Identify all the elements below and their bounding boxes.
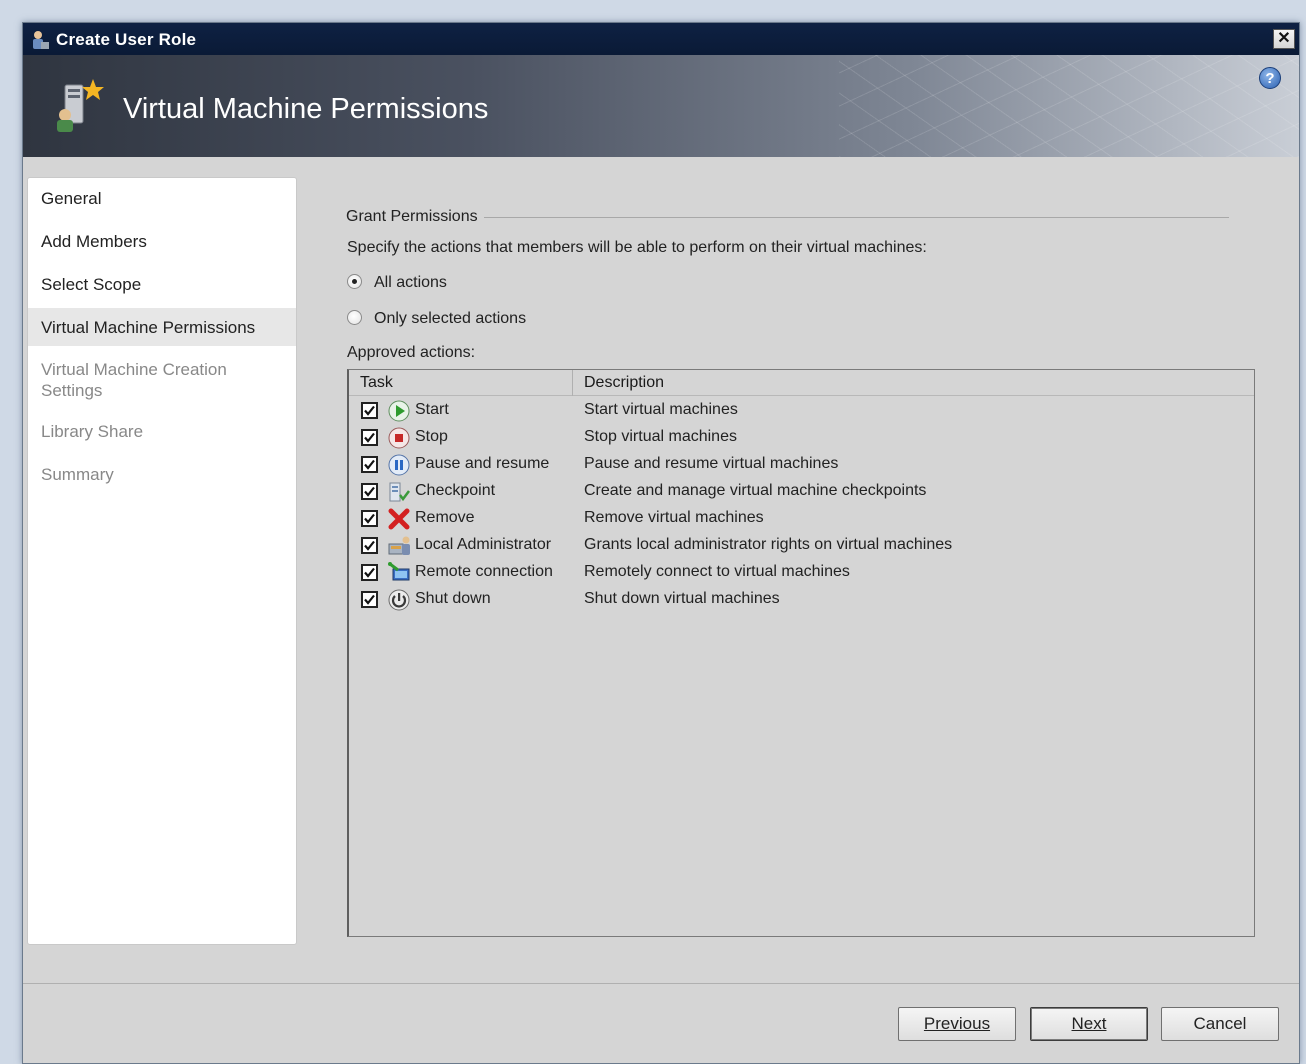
row-description: Pause and resume virtual machines: [584, 455, 839, 472]
table-row[interactable]: Stop Stop virtual machines: [349, 424, 1254, 451]
row-checkbox[interactable]: [361, 402, 378, 419]
table-row[interactable]: Remove Remove virtual machines: [349, 505, 1254, 532]
row-description: Create and manage virtual machine checkp…: [584, 482, 927, 499]
radio-only-selected-actions[interactable]: Only selected actions: [347, 310, 526, 328]
remote-connection-icon: [388, 562, 410, 581]
create-user-role-window: Create User Role ✕ Virtual Machine Permi…: [22, 22, 1300, 1064]
pause-icon: [388, 454, 410, 476]
table-row[interactable]: Local Administrator Grants local adminis…: [349, 532, 1254, 559]
column-header-task[interactable]: Task: [360, 374, 393, 392]
shutdown-icon: [388, 589, 410, 611]
next-button-label: Next: [1071, 1014, 1107, 1033]
table-row[interactable]: Remote connection Remotely connect to vi…: [349, 559, 1254, 586]
row-task-label: Stop: [415, 428, 448, 445]
next-button[interactable]: Next: [1030, 1007, 1148, 1041]
column-divider[interactable]: [572, 370, 573, 396]
row-task-label: Remove: [415, 509, 475, 526]
row-description: Shut down virtual machines: [584, 590, 780, 607]
stop-icon: [388, 427, 410, 449]
row-description: Start virtual machines: [584, 401, 738, 418]
row-description: Grants local administrator rights on vir…: [584, 536, 953, 553]
row-checkbox[interactable]: [361, 564, 378, 581]
row-task-label: Shut down: [415, 590, 491, 607]
approved-actions-list[interactable]: Task Description Start Start virtual mac…: [347, 369, 1255, 937]
row-checkbox[interactable]: [361, 456, 378, 473]
footer-divider: [23, 983, 1299, 984]
approved-actions-label: Approved actions:: [347, 344, 476, 361]
row-checkbox[interactable]: [361, 510, 378, 527]
table-row[interactable]: Start Start virtual machines: [349, 397, 1254, 424]
table-row[interactable]: Pause and resume Pause and resume virtua…: [349, 451, 1254, 478]
instructions-text: Specify the actions that members will be…: [347, 239, 927, 256]
row-description: Remove virtual machines: [584, 509, 764, 526]
checkpoint-icon: [389, 482, 410, 502]
grant-permissions-label: Grant Permissions: [346, 208, 484, 226]
row-task-label: Pause and resume: [415, 455, 550, 472]
list-header: Task Description: [349, 370, 1254, 396]
row-checkbox[interactable]: [361, 591, 378, 608]
row-description: Remotely connect to virtual machines: [584, 563, 850, 580]
cancel-button-label: Cancel: [1193, 1014, 1247, 1033]
row-description: Stop virtual machines: [584, 428, 737, 445]
column-header-description[interactable]: Description: [584, 374, 664, 392]
row-checkbox[interactable]: [361, 537, 378, 554]
row-task-label: Remote connection: [415, 563, 553, 580]
cancel-button[interactable]: Cancel: [1161, 1007, 1279, 1041]
radio-only-selected-label: Only selected actions: [374, 310, 527, 327]
radio-all-actions-label: All actions: [374, 274, 447, 291]
start-icon: [388, 400, 410, 422]
row-checkbox[interactable]: [361, 429, 378, 446]
row-checkbox[interactable]: [361, 483, 378, 500]
table-row[interactable]: Shut down Shut down virtual machines: [349, 586, 1254, 613]
table-row[interactable]: Checkpoint Create and manage virtual mac…: [349, 478, 1254, 505]
permissions-page: Grant Permissions Specify the actions th…: [23, 23, 1299, 1063]
previous-button-label: Previous: [923, 1014, 991, 1033]
radio-button-unchecked[interactable]: [347, 310, 362, 325]
local-admin-icon: [388, 536, 410, 555]
row-task-label: Local Administrator: [415, 536, 552, 553]
radio-button-checked[interactable]: [347, 274, 362, 289]
row-task-label: Start: [415, 401, 449, 418]
remove-icon: [388, 508, 410, 530]
row-task-label: Checkpoint: [415, 482, 496, 499]
previous-button[interactable]: Previous: [898, 1007, 1016, 1041]
radio-all-actions[interactable]: All actions: [347, 274, 447, 292]
